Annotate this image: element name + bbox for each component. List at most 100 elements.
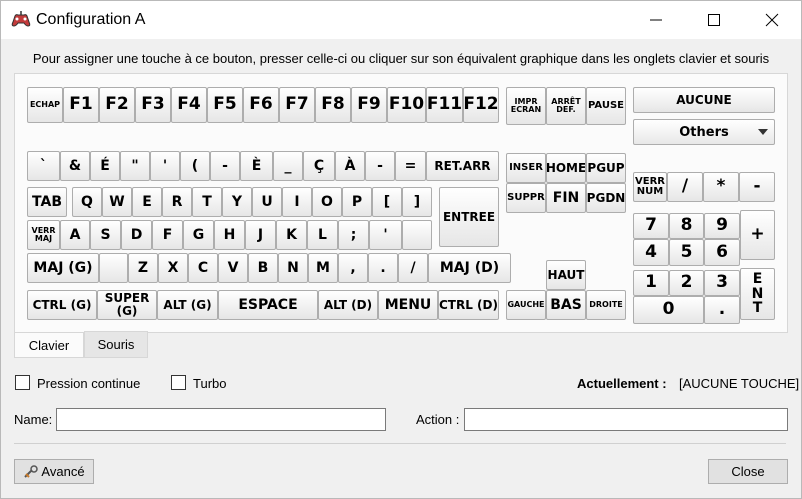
- key-f[interactable]: F: [152, 220, 183, 250]
- key-home[interactable]: HOME: [546, 153, 586, 183]
- key-num-2[interactable]: 2: [669, 270, 704, 296]
- key-gauche[interactable]: GAUCHE: [506, 290, 546, 320]
- avance-button[interactable]: Avancé: [14, 459, 94, 484]
- key-num-7[interactable]: 7: [633, 213, 669, 239]
- key-f2[interactable]: F2: [99, 87, 135, 123]
- key-droite[interactable]: DROITE: [586, 290, 626, 320]
- close-button[interactable]: Close: [708, 459, 788, 484]
- key-q[interactable]: Q: [72, 187, 102, 217]
- key-super-g[interactable]: SUPER (G): [97, 290, 157, 320]
- key-f4[interactable]: F4: [171, 87, 207, 123]
- key-f1[interactable]: F1: [63, 87, 99, 123]
- key-minus-2[interactable]: -: [365, 151, 395, 181]
- key-f3[interactable]: F3: [135, 87, 171, 123]
- key-echap[interactable]: ECHAP: [27, 87, 63, 123]
- key-apostrophe[interactable]: ': [150, 151, 180, 181]
- key-o[interactable]: O: [312, 187, 342, 217]
- key-pgup[interactable]: PGUP: [586, 153, 626, 183]
- name-field[interactable]: [56, 408, 386, 431]
- key-num-3[interactable]: 3: [704, 270, 740, 296]
- minimize-button[interactable]: [627, 1, 685, 39]
- key-bas[interactable]: BAS: [546, 290, 586, 320]
- key-t[interactable]: T: [192, 187, 222, 217]
- key-slash[interactable]: /: [398, 253, 428, 283]
- key-inser[interactable]: INSER: [506, 153, 546, 183]
- key-arret-def[interactable]: ARRÊT DEF.: [546, 87, 586, 125]
- key-d[interactable]: D: [121, 220, 152, 250]
- key-verr-num[interactable]: VERR NUM: [633, 172, 667, 202]
- key-tab[interactable]: TAB: [27, 187, 67, 217]
- key-suppr[interactable]: SUPPR: [506, 183, 546, 213]
- tab-souris[interactable]: Souris: [84, 331, 148, 358]
- key-r[interactable]: R: [162, 187, 192, 217]
- tab-clavier[interactable]: Clavier: [14, 333, 84, 358]
- key-num-4[interactable]: 4: [633, 239, 669, 266]
- key-a-grave[interactable]: À: [335, 151, 365, 181]
- key-y[interactable]: Y: [222, 187, 252, 217]
- close-window-button[interactable]: [743, 1, 801, 39]
- key-num-plus[interactable]: +: [740, 210, 775, 260]
- key-z[interactable]: Z: [128, 253, 158, 283]
- key-b[interactable]: B: [248, 253, 278, 283]
- key-alt-g[interactable]: ALT (G): [157, 290, 218, 320]
- key-ctrl-d[interactable]: CTRL (D): [438, 290, 499, 320]
- key-maj-d[interactable]: MAJ (D): [428, 253, 511, 283]
- key-p[interactable]: P: [342, 187, 372, 217]
- key-verr-maj[interactable]: VERR MAJ: [27, 220, 60, 250]
- key-impr-ecran[interactable]: IMPR ECRAN: [506, 87, 546, 125]
- key-blank[interactable]: [402, 220, 432, 250]
- key-comma[interactable]: ,: [338, 253, 368, 283]
- key-backspace[interactable]: RET.ARR: [426, 151, 499, 181]
- key-num-multiply[interactable]: *: [703, 172, 739, 202]
- key-e-grave[interactable]: È: [240, 151, 273, 181]
- key-f7[interactable]: F7: [279, 87, 315, 123]
- key-period[interactable]: .: [368, 253, 398, 283]
- key-ampersand[interactable]: &: [60, 151, 90, 181]
- key-minus[interactable]: -: [210, 151, 240, 181]
- key-f10[interactable]: F10: [387, 87, 426, 123]
- key-num-6[interactable]: 6: [704, 239, 740, 266]
- key-underscore[interactable]: _: [273, 151, 303, 181]
- key-w[interactable]: W: [102, 187, 132, 217]
- key-alt-d[interactable]: ALT (D): [318, 290, 378, 320]
- key-v[interactable]: V: [218, 253, 248, 283]
- key-open-paren[interactable]: (: [180, 151, 210, 181]
- key-j[interactable]: J: [245, 220, 276, 250]
- key-ctrl-g[interactable]: CTRL (G): [27, 290, 97, 320]
- action-field[interactable]: [464, 408, 788, 431]
- key-entree[interactable]: ENTREE: [439, 187, 499, 247]
- key-i[interactable]: I: [282, 187, 312, 217]
- aucune-button[interactable]: AUCUNE: [633, 87, 775, 113]
- key-blank-2[interactable]: [99, 253, 128, 283]
- key-c[interactable]: C: [188, 253, 218, 283]
- key-quote[interactable]: ': [369, 220, 402, 250]
- key-num-0[interactable]: 0: [633, 296, 704, 324]
- maximize-button[interactable]: [685, 1, 743, 39]
- turbo-checkbox[interactable]: [171, 375, 186, 390]
- key-menu[interactable]: MENU: [378, 290, 438, 320]
- key-num-divide[interactable]: /: [667, 172, 703, 202]
- key-k[interactable]: K: [276, 220, 307, 250]
- key-x[interactable]: X: [158, 253, 188, 283]
- key-num-enter[interactable]: E N T: [740, 268, 775, 320]
- key-double-quote[interactable]: ": [120, 151, 150, 181]
- key-equals[interactable]: =: [395, 151, 426, 181]
- key-espace[interactable]: ESPACE: [218, 290, 318, 320]
- key-m[interactable]: M: [308, 253, 338, 283]
- key-haut[interactable]: HAUT: [546, 260, 586, 290]
- key-fin[interactable]: FIN: [546, 183, 586, 213]
- key-e-acute[interactable]: É: [90, 151, 120, 181]
- key-num-5[interactable]: 5: [669, 239, 704, 266]
- others-dropdown[interactable]: Others: [633, 119, 775, 145]
- key-f8[interactable]: F8: [315, 87, 351, 123]
- key-c-cedilla[interactable]: Ç: [303, 151, 335, 181]
- key-u[interactable]: U: [252, 187, 282, 217]
- key-e[interactable]: E: [132, 187, 162, 217]
- key-f6[interactable]: F6: [243, 87, 279, 123]
- key-maj-g[interactable]: MAJ (G): [27, 253, 99, 283]
- key-num-9[interactable]: 9: [704, 213, 740, 239]
- key-g[interactable]: G: [183, 220, 214, 250]
- key-h[interactable]: H: [214, 220, 245, 250]
- key-f5[interactable]: F5: [207, 87, 243, 123]
- key-open-bracket[interactable]: [: [372, 187, 402, 217]
